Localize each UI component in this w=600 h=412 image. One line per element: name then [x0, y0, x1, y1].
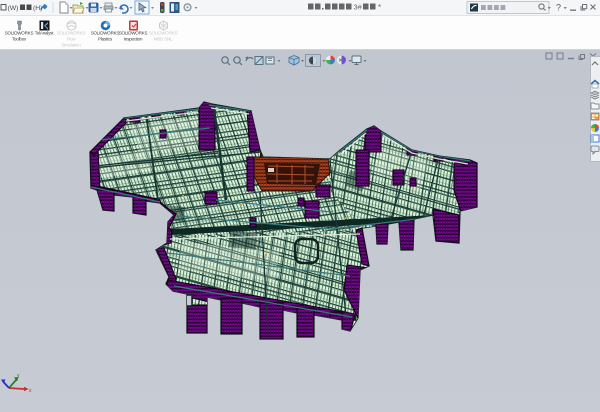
svg-text:Flow: Flow [67, 37, 77, 42]
svg-text:3#: 3# [354, 3, 363, 12]
svg-text:SOLIDWORKS: SOLIDWORKS [91, 31, 120, 36]
svg-text:SOLIDWORKS: SOLIDWORKS [5, 31, 34, 36]
svg-text:?: ? [556, 3, 561, 13]
svg-text:Plastics: Plastics [98, 37, 113, 42]
svg-text:(W): (W) [8, 5, 19, 12]
svg-text:SOLIDWORKS: SOLIDWORKS [119, 31, 148, 36]
svg-text:x: x [29, 388, 32, 394]
svg-text:TolAnalyst: TolAnalyst [35, 31, 54, 36]
svg-text:MBD SNL: MBD SNL [154, 37, 173, 42]
svg-text:SOLIDWORKS: SOLIDWORKS [57, 31, 86, 36]
svg-text:*: * [378, 3, 381, 12]
svg-text:Inspection: Inspection [124, 37, 143, 42]
svg-text:y: y [17, 373, 20, 379]
svg-text:SOLIDWORKS: SOLIDWORKS [149, 31, 178, 36]
svg-text:Simulation: Simulation [61, 43, 81, 48]
svg-text:Toolbox: Toolbox [12, 37, 27, 42]
